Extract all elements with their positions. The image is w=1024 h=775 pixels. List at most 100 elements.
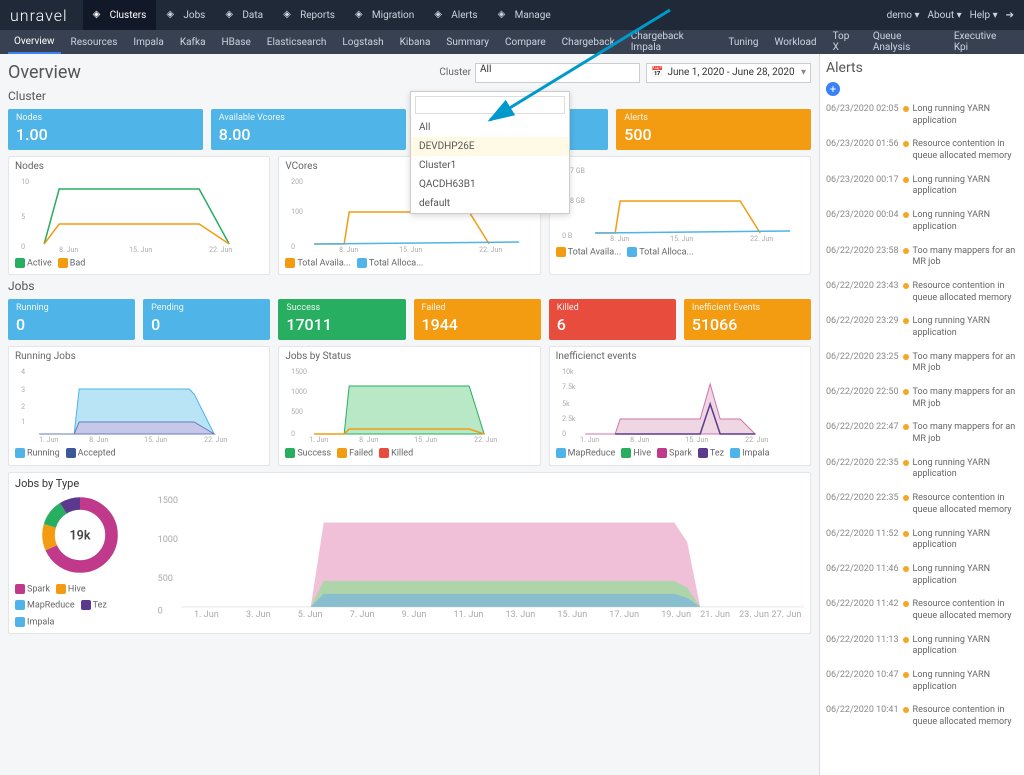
- legend-item[interactable]: Hive: [56, 584, 86, 594]
- alert-row[interactable]: 06/22/2020 22:35Resource contention in q…: [826, 489, 1018, 524]
- subnav-impala[interactable]: Impala: [127, 30, 169, 54]
- subnav-compare[interactable]: Compare: [499, 30, 552, 54]
- nav-alerts[interactable]: ◈Alerts: [424, 0, 487, 30]
- nav-data[interactable]: ◈Data: [215, 0, 273, 30]
- alert-row[interactable]: 06/23/2020 01:56Resource contention in q…: [826, 135, 1018, 170]
- card-success[interactable]: Success17011: [278, 299, 405, 340]
- legend-item[interactable]: Total Availa...: [556, 247, 622, 257]
- card-pending[interactable]: Pending0: [143, 299, 270, 340]
- subnav-executive-kpi[interactable]: Executive Kpi: [948, 30, 1016, 54]
- card-running[interactable]: Running0: [8, 299, 135, 340]
- nav-jobs[interactable]: ◈Jobs: [156, 0, 215, 30]
- subnav-kafka[interactable]: Kafka: [174, 30, 212, 54]
- dropdown-option[interactable]: QACDH63B1: [411, 175, 569, 194]
- subnav-chargeback[interactable]: Chargeback: [556, 30, 621, 54]
- alert-row[interactable]: 06/23/2020 02:05Long running YARN applic…: [826, 100, 1018, 135]
- svg-text:22. Jun: 22. Jun: [750, 235, 773, 243]
- legend-item[interactable]: Accepted: [66, 448, 116, 458]
- user-menu[interactable]: demo ▾: [887, 10, 920, 21]
- legend-item[interactable]: Total Alloca...: [357, 258, 423, 268]
- alert-row[interactable]: 06/22/2020 23:29Long running YARN applic…: [826, 312, 1018, 347]
- legend-item[interactable]: MapReduce: [556, 448, 616, 458]
- subnav-tuning[interactable]: Tuning: [722, 30, 764, 54]
- subnav-logstash[interactable]: Logstash: [336, 30, 389, 54]
- add-alert-button[interactable]: +: [826, 82, 840, 96]
- dropdown-option[interactable]: Cluster1: [411, 156, 569, 175]
- legend-item[interactable]: Active: [15, 258, 52, 268]
- subnav-kibana[interactable]: Kibana: [394, 30, 437, 54]
- svg-text:27. Jun: 27. Jun: [772, 610, 802, 620]
- card-available-vcores[interactable]: Available Vcores8.00: [211, 109, 406, 150]
- legend-item[interactable]: Total Alloca...: [627, 247, 693, 257]
- alert-row[interactable]: 06/22/2020 10:47Long running YARN applic…: [826, 666, 1018, 701]
- card-alerts[interactable]: Alerts500: [616, 109, 811, 150]
- nav-migration[interactable]: ◈Migration: [345, 0, 424, 30]
- legend-item[interactable]: MapReduce: [15, 600, 75, 610]
- nav-manage[interactable]: ◈Manage: [488, 0, 561, 30]
- jobs-by-type-title: Jobs by Type: [15, 477, 804, 490]
- dropdown-option[interactable]: All: [411, 118, 569, 137]
- subnav-top-x[interactable]: Top X: [827, 30, 863, 54]
- alert-row[interactable]: 06/22/2020 22:35Long running YARN applic…: [826, 454, 1018, 489]
- subnav-summary[interactable]: Summary: [440, 30, 495, 54]
- reports-icon: ◈: [283, 9, 295, 21]
- dropdown-option[interactable]: DEVDHP26E: [411, 137, 569, 156]
- nav-reports[interactable]: ◈Reports: [273, 0, 345, 30]
- legend-item[interactable]: Hive: [621, 448, 651, 458]
- page-title: Overview: [8, 62, 81, 83]
- svg-text:500: 500: [291, 408, 303, 416]
- date-range-select[interactable]: 📅 June 1, 2020 - June 28, 2020: [646, 63, 811, 83]
- card-killed[interactable]: Killed6: [549, 299, 676, 340]
- subnav-resources[interactable]: Resources: [65, 30, 124, 54]
- subnav-overview[interactable]: Overview: [8, 30, 61, 54]
- about-link[interactable]: About ▾: [927, 10, 961, 21]
- alert-row[interactable]: 06/22/2020 10:41Resource contention in q…: [826, 701, 1018, 736]
- manage-icon: ◈: [498, 9, 510, 21]
- svg-text:0: 0: [158, 606, 163, 616]
- nav-clusters[interactable]: ◈Clusters: [83, 0, 157, 30]
- legend-item[interactable]: Total Availa...: [285, 258, 351, 268]
- alert-row[interactable]: 06/23/2020 00:04Long running YARN applic…: [826, 206, 1018, 241]
- alert-row[interactable]: 06/23/2020 00:17Long running YARN applic…: [826, 171, 1018, 206]
- alert-row[interactable]: 06/22/2020 23:43Resource contention in q…: [826, 277, 1018, 312]
- svg-text:0: 0: [21, 243, 25, 251]
- help-link[interactable]: Help ▾: [970, 10, 998, 21]
- alert-row[interactable]: 06/22/2020 23:58Too many mappers for an …: [826, 242, 1018, 277]
- card-nodes[interactable]: Nodes1.00: [8, 109, 203, 150]
- legend-item[interactable]: Success: [285, 448, 331, 458]
- card-inefficient-events[interactable]: Inefficient Events51066: [684, 299, 811, 340]
- chart-running-jobs: Running Jobs43211. Jun8. Jun15. Jun22. J…: [8, 346, 270, 465]
- legend-item[interactable]: Spark: [657, 448, 692, 458]
- alert-row[interactable]: 06/22/2020 23:25Too many mappers for an …: [826, 348, 1018, 383]
- cluster-select[interactable]: All: [475, 63, 640, 83]
- legend-item[interactable]: Impala: [730, 448, 769, 458]
- subnav-queue-analysis[interactable]: Queue Analysis: [867, 30, 944, 54]
- card-failed[interactable]: Failed1944: [414, 299, 541, 340]
- legend-item[interactable]: Failed: [337, 448, 373, 458]
- alert-row[interactable]: 06/22/2020 11:52Long running YARN applic…: [826, 525, 1018, 560]
- logout-icon[interactable]: ➔: [1006, 10, 1014, 21]
- alert-row[interactable]: 06/22/2020 22:47Too many mappers for an …: [826, 418, 1018, 453]
- legend-item[interactable]: Tez: [698, 448, 724, 458]
- alert-row[interactable]: 06/22/2020 11:42Resource contention in q…: [826, 595, 1018, 630]
- cluster-dropdown[interactable]: AllDEVDHP26ECluster1QACDH63B1default: [410, 91, 570, 214]
- subnav-elasticsearch[interactable]: Elasticsearch: [261, 30, 333, 54]
- alert-row[interactable]: 06/22/2020 22:50Too many mappers for an …: [826, 383, 1018, 418]
- svg-text:1. Jun: 1. Jun: [39, 436, 58, 444]
- svg-text:0 B: 0 B: [562, 232, 572, 240]
- svg-text:7. Jun: 7. Jun: [350, 610, 375, 620]
- subnav-workload[interactable]: Workload: [768, 30, 822, 54]
- alert-row[interactable]: 06/22/2020 11:46Long running YARN applic…: [826, 560, 1018, 595]
- alert-dot-icon: [903, 424, 909, 430]
- legend-item[interactable]: Bad: [58, 258, 86, 268]
- subnav-hbase[interactable]: HBase: [216, 30, 257, 54]
- legend-item[interactable]: Tez: [81, 600, 107, 610]
- cluster-search-input[interactable]: [415, 96, 565, 114]
- legend-item[interactable]: Spark: [15, 584, 50, 594]
- dropdown-option[interactable]: default: [411, 194, 569, 213]
- legend-item[interactable]: Running: [15, 448, 60, 458]
- alert-row[interactable]: 06/22/2020 11:13Long running YARN applic…: [826, 631, 1018, 666]
- legend-item[interactable]: Killed: [379, 448, 413, 458]
- subnav-chargeback-impala[interactable]: Chargeback Impala: [625, 30, 719, 54]
- legend-item[interactable]: Impala: [15, 617, 54, 627]
